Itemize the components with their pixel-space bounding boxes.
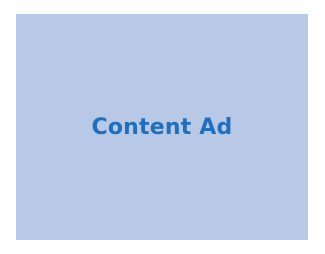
page: Content Ad [0, 0, 325, 254]
content-ad-label: Content Ad [91, 114, 233, 140]
content-ad[interactable]: Content Ad [16, 14, 308, 240]
